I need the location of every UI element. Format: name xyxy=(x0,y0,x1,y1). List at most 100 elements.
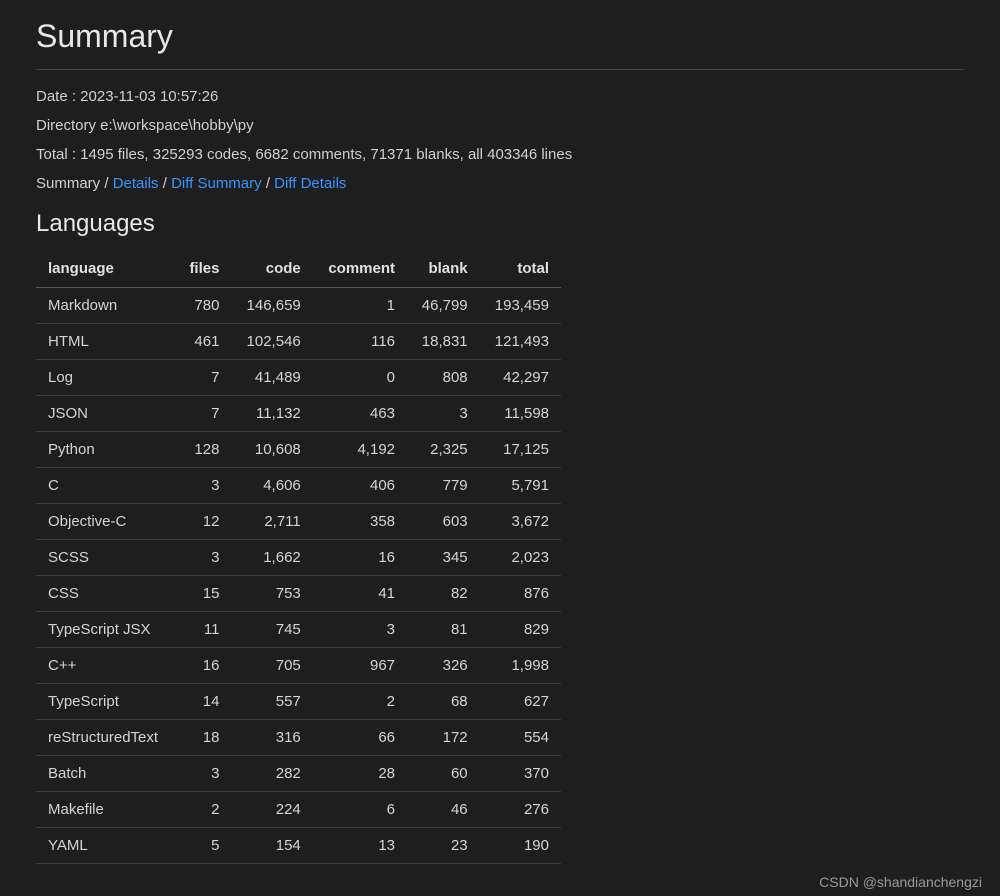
cell-total: 554 xyxy=(480,720,561,756)
cell-blank: 81 xyxy=(407,612,480,648)
cell-code: 2,711 xyxy=(231,504,312,540)
cell-language: Log xyxy=(36,360,175,396)
cell-blank: 46,799 xyxy=(407,288,480,324)
col-files: files xyxy=(175,252,231,288)
cell-code: 102,546 xyxy=(231,324,312,360)
table-row: HTML461102,54611618,831121,493 xyxy=(36,324,561,360)
cell-language: SCSS xyxy=(36,540,175,576)
cell-files: 16 xyxy=(175,648,231,684)
cell-blank: 326 xyxy=(407,648,480,684)
section-languages-title: Languages xyxy=(36,210,964,238)
table-row: Batch32822860370 xyxy=(36,756,561,792)
cell-blank: 172 xyxy=(407,720,480,756)
table-row: JSON711,132463311,598 xyxy=(36,396,561,432)
directory-line: Directory e:\workspace\hobby\py xyxy=(36,117,964,134)
cell-language: YAML xyxy=(36,828,175,864)
cell-files: 7 xyxy=(175,360,231,396)
date-line: Date : 2023-11-03 10:57:26 xyxy=(36,88,964,105)
cell-language: TypeScript JSX xyxy=(36,612,175,648)
cell-total: 276 xyxy=(480,792,561,828)
col-code: code xyxy=(231,252,312,288)
cell-language: Python xyxy=(36,432,175,468)
cell-comment: 16 xyxy=(313,540,407,576)
cell-comment: 2 xyxy=(313,684,407,720)
cell-code: 705 xyxy=(231,648,312,684)
breadcrumb-summary: Summary xyxy=(36,175,100,192)
table-row: CSS157534182876 xyxy=(36,576,561,612)
cell-language: JSON xyxy=(36,396,175,432)
page-title: Summary xyxy=(36,18,964,70)
cell-total: 876 xyxy=(480,576,561,612)
cell-comment: 1 xyxy=(313,288,407,324)
cell-blank: 3 xyxy=(407,396,480,432)
cell-files: 15 xyxy=(175,576,231,612)
cell-blank: 2,325 xyxy=(407,432,480,468)
cell-language: TypeScript xyxy=(36,684,175,720)
table-row: Makefile2224646276 xyxy=(36,792,561,828)
cell-comment: 4,192 xyxy=(313,432,407,468)
languages-table: language files code comment blank total … xyxy=(36,252,561,864)
cell-code: 4,606 xyxy=(231,468,312,504)
cell-total: 829 xyxy=(480,612,561,648)
cell-comment: 41 xyxy=(313,576,407,612)
cell-language: Objective-C xyxy=(36,504,175,540)
cell-files: 3 xyxy=(175,468,231,504)
cell-blank: 60 xyxy=(407,756,480,792)
table-row: TypeScript14557268627 xyxy=(36,684,561,720)
cell-files: 11 xyxy=(175,612,231,648)
total-line: Total : 1495 files, 325293 codes, 6682 c… xyxy=(36,146,964,163)
col-total: total xyxy=(480,252,561,288)
cell-total: 2,023 xyxy=(480,540,561,576)
table-row: YAML51541323190 xyxy=(36,828,561,864)
cell-blank: 46 xyxy=(407,792,480,828)
table-row: Python12810,6084,1922,32517,125 xyxy=(36,432,561,468)
cell-code: 316 xyxy=(231,720,312,756)
cell-blank: 345 xyxy=(407,540,480,576)
page: Summary Date : 2023-11-03 10:57:26 Direc… xyxy=(0,0,1000,882)
cell-code: 1,662 xyxy=(231,540,312,576)
breadcrumb-diff-summary-link[interactable]: Diff Summary xyxy=(171,175,262,192)
cell-files: 5 xyxy=(175,828,231,864)
cell-comment: 463 xyxy=(313,396,407,432)
cell-blank: 82 xyxy=(407,576,480,612)
table-row: TypeScript JSX11745381829 xyxy=(36,612,561,648)
cell-blank: 779 xyxy=(407,468,480,504)
col-blank: blank xyxy=(407,252,480,288)
cell-comment: 967 xyxy=(313,648,407,684)
cell-comment: 66 xyxy=(313,720,407,756)
breadcrumb: Summary / Details / Diff Summary / Diff … xyxy=(36,175,964,192)
cell-language: C++ xyxy=(36,648,175,684)
cell-total: 627 xyxy=(480,684,561,720)
cell-code: 224 xyxy=(231,792,312,828)
cell-language: C xyxy=(36,468,175,504)
cell-comment: 406 xyxy=(313,468,407,504)
cell-language: HTML xyxy=(36,324,175,360)
col-comment: comment xyxy=(313,252,407,288)
cell-comment: 13 xyxy=(313,828,407,864)
cell-total: 42,297 xyxy=(480,360,561,396)
cell-total: 17,125 xyxy=(480,432,561,468)
cell-files: 2 xyxy=(175,792,231,828)
cell-total: 3,672 xyxy=(480,504,561,540)
cell-total: 193,459 xyxy=(480,288,561,324)
breadcrumb-diff-details-link[interactable]: Diff Details xyxy=(274,175,346,192)
cell-comment: 116 xyxy=(313,324,407,360)
cell-blank: 18,831 xyxy=(407,324,480,360)
cell-language: Markdown xyxy=(36,288,175,324)
cell-code: 154 xyxy=(231,828,312,864)
cell-code: 11,132 xyxy=(231,396,312,432)
cell-code: 10,608 xyxy=(231,432,312,468)
cell-files: 12 xyxy=(175,504,231,540)
cell-files: 18 xyxy=(175,720,231,756)
cell-files: 780 xyxy=(175,288,231,324)
table-row: SCSS31,662163452,023 xyxy=(36,540,561,576)
cell-comment: 28 xyxy=(313,756,407,792)
cell-comment: 6 xyxy=(313,792,407,828)
breadcrumb-details-link[interactable]: Details xyxy=(113,175,159,192)
cell-code: 745 xyxy=(231,612,312,648)
cell-code: 41,489 xyxy=(231,360,312,396)
cell-code: 557 xyxy=(231,684,312,720)
table-row: Objective-C122,7113586033,672 xyxy=(36,504,561,540)
cell-total: 1,998 xyxy=(480,648,561,684)
cell-comment: 0 xyxy=(313,360,407,396)
